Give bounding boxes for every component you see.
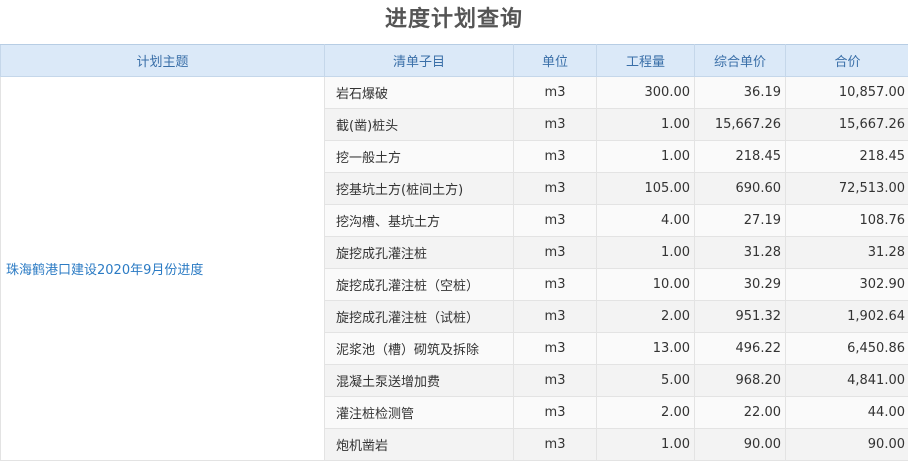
unit-price-cell: 690.60 <box>695 173 786 205</box>
quantity-cell: 1.00 <box>597 237 695 269</box>
item-cell: 混凝土泵送增加费 <box>325 365 514 397</box>
item-cell: 挖沟槽、基坑土方 <box>325 205 514 237</box>
quantity-cell: 300.00 <box>597 77 695 109</box>
unit-price-cell: 22.00 <box>695 397 786 429</box>
unit-cell: m3 <box>514 397 597 429</box>
unit-price-cell: 15,667.26 <box>695 109 786 141</box>
column-header-unit-price[interactable]: 综合单价 <box>695 45 786 77</box>
item-cell: 旋挖成孔灌注桩（试桩） <box>325 301 514 333</box>
quantity-cell: 5.00 <box>597 365 695 397</box>
unit-price-cell: 36.19 <box>695 77 786 109</box>
column-header-unit[interactable]: 单位 <box>514 45 597 77</box>
unit-cell: m3 <box>514 173 597 205</box>
unit-cell: m3 <box>514 141 597 173</box>
total-cell: 31.28 <box>786 237 908 269</box>
unit-price-cell: 951.32 <box>695 301 786 333</box>
total-cell: 44.00 <box>786 397 908 429</box>
item-cell: 截(凿)桩头 <box>325 109 514 141</box>
column-header-plan[interactable]: 计划主题 <box>1 45 325 77</box>
quantity-cell: 1.00 <box>597 109 695 141</box>
total-cell: 218.45 <box>786 141 908 173</box>
unit-price-cell: 968.20 <box>695 365 786 397</box>
unit-cell: m3 <box>514 205 597 237</box>
progress-plan-table: 计划主题 清单子目 单位 工程量 综合单价 合价 珠海鹤港口建设2020年9月份… <box>0 44 908 461</box>
unit-price-cell: 218.45 <box>695 141 786 173</box>
quantity-cell: 2.00 <box>597 301 695 333</box>
quantity-cell: 105.00 <box>597 173 695 205</box>
unit-price-cell: 30.29 <box>695 269 786 301</box>
unit-cell: m3 <box>514 301 597 333</box>
unit-price-cell: 496.22 <box>695 333 786 365</box>
unit-cell: m3 <box>514 237 597 269</box>
plan-name-cell[interactable]: 珠海鹤港口建设2020年9月份进度 <box>1 77 325 461</box>
item-cell: 泥浆池（槽）砌筑及拆除 <box>325 333 514 365</box>
unit-cell: m3 <box>514 333 597 365</box>
column-header-item[interactable]: 清单子目 <box>325 45 514 77</box>
total-cell: 6,450.86 <box>786 333 908 365</box>
unit-price-cell: 27.19 <box>695 205 786 237</box>
item-cell: 旋挖成孔灌注桩 <box>325 237 514 269</box>
table-header-row: 计划主题 清单子目 单位 工程量 综合单价 合价 <box>1 45 908 77</box>
item-cell: 岩石爆破 <box>325 77 514 109</box>
table-body: 珠海鹤港口建设2020年9月份进度岩石爆破m3300.0036.1910,857… <box>1 77 908 461</box>
column-header-total[interactable]: 合价 <box>786 45 908 77</box>
column-header-quantity[interactable]: 工程量 <box>597 45 695 77</box>
item-cell: 挖一般土方 <box>325 141 514 173</box>
total-cell: 302.90 <box>786 269 908 301</box>
unit-cell: m3 <box>514 365 597 397</box>
unit-cell: m3 <box>514 269 597 301</box>
total-cell: 4,841.00 <box>786 365 908 397</box>
total-cell: 15,667.26 <box>786 109 908 141</box>
quantity-cell: 1.00 <box>597 141 695 173</box>
total-cell: 72,513.00 <box>786 173 908 205</box>
page-title: 进度计划查询 <box>0 0 908 44</box>
unit-cell: m3 <box>514 77 597 109</box>
unit-cell: m3 <box>514 109 597 141</box>
total-cell: 1,902.64 <box>786 301 908 333</box>
item-cell: 旋挖成孔灌注桩（空桩） <box>325 269 514 301</box>
total-cell: 10,857.00 <box>786 77 908 109</box>
unit-price-cell: 31.28 <box>695 237 786 269</box>
item-cell: 灌注桩检测管 <box>325 397 514 429</box>
quantity-cell: 13.00 <box>597 333 695 365</box>
quantity-cell: 2.00 <box>597 397 695 429</box>
table-row[interactable]: 珠海鹤港口建设2020年9月份进度岩石爆破m3300.0036.1910,857… <box>1 77 908 109</box>
total-cell: 108.76 <box>786 205 908 237</box>
item-cell: 挖基坑土方(桩间土方) <box>325 173 514 205</box>
quantity-cell: 10.00 <box>597 269 695 301</box>
quantity-cell: 4.00 <box>597 205 695 237</box>
